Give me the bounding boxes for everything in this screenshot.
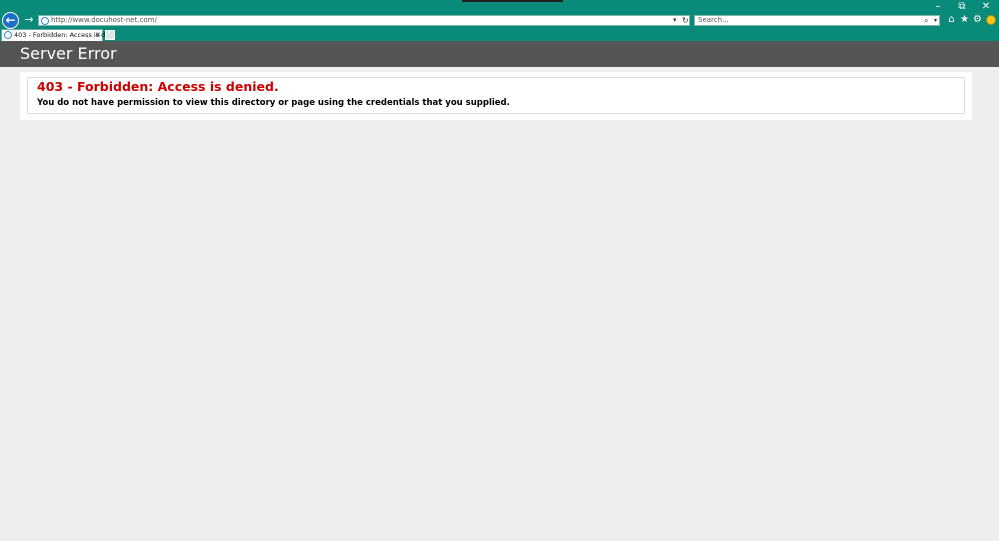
forward-arrow-icon: → <box>24 13 34 26</box>
error-box: 403 - Forbidden: Access is denied. You d… <box>27 77 965 114</box>
refresh-icon[interactable]: ↻ <box>682 15 689 26</box>
minimize-button[interactable]: – <box>927 1 949 13</box>
favorites-star-icon[interactable]: ★ <box>959 14 970 26</box>
feedback-smiley-icon[interactable] <box>986 15 996 25</box>
search-icon[interactable]: ⌕ <box>924 15 928 26</box>
ie-page-icon <box>41 17 49 25</box>
new-tab-button[interactable] <box>105 30 115 40</box>
address-url[interactable]: http://www.docuhost-net.com/ <box>51 15 157 26</box>
back-button[interactable]: ← <box>2 12 19 29</box>
search-box[interactable]: Search... ⌕ ▾ <box>694 15 940 26</box>
tab-close-icon[interactable]: ✕ <box>95 29 101 41</box>
content-panel: 403 - Forbidden: Access is denied. You d… <box>20 72 972 120</box>
close-window-button[interactable]: ✕ <box>975 1 997 13</box>
address-dropdown-icon[interactable]: ▾ <box>673 15 677 26</box>
error-heading: 403 - Forbidden: Access is denied. <box>37 79 279 94</box>
search-dropdown-icon[interactable]: ▾ <box>934 15 937 26</box>
tab-ie-icon <box>4 31 12 39</box>
address-bar[interactable]: http://www.docuhost-net.com/ ▾ ↻ <box>38 15 690 26</box>
restore-button[interactable]: ⧉ <box>951 1 973 13</box>
title-bar-accent <box>462 0 563 2</box>
forward-button[interactable]: → <box>23 13 35 27</box>
search-input[interactable]: Search... <box>698 15 729 26</box>
settings-gear-icon[interactable]: ⚙ <box>972 14 983 26</box>
home-icon[interactable]: ⌂ <box>946 14 957 26</box>
error-message: You do not have permission to view this … <box>37 98 510 108</box>
browser-tab[interactable]: 403 - Forbidden: Access is d... ✕ <box>1 29 112 41</box>
page-title: Server Error <box>20 44 117 63</box>
page-header: Server Error <box>0 41 999 67</box>
browser-chrome: – ⧉ ✕ ← → http://www.docuhost-net.com/ ▾… <box>0 0 999 41</box>
back-arrow-icon: ← <box>5 13 16 27</box>
